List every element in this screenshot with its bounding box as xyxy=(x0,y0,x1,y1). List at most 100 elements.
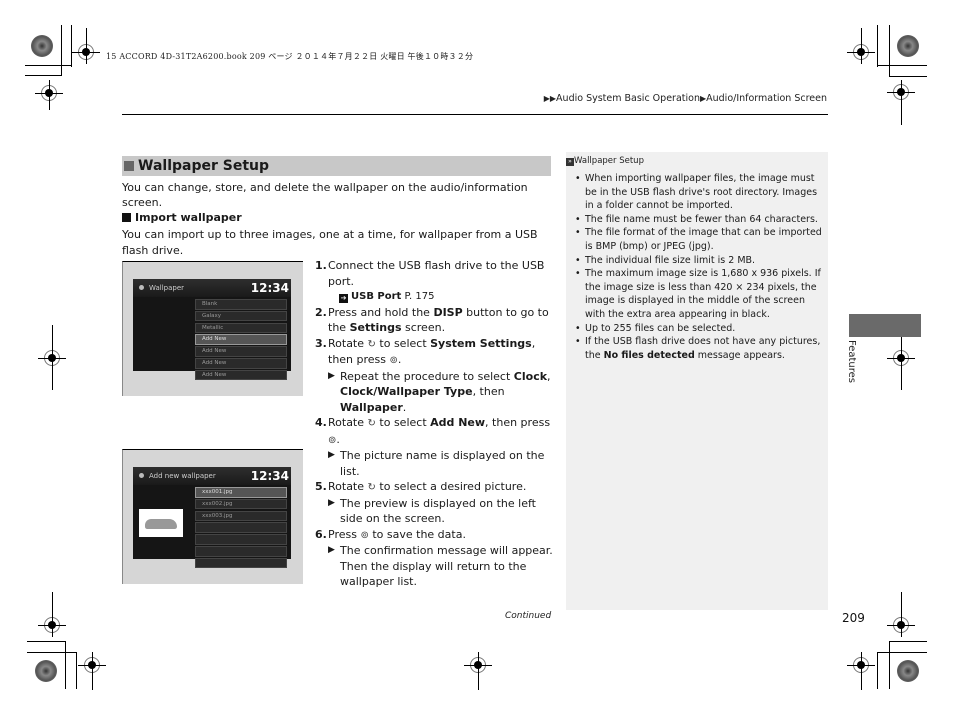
crop-mark xyxy=(889,76,927,77)
crop-mark xyxy=(901,592,902,637)
breadcrumb: ▶▶Audio System Basic Operation▶Audio/Inf… xyxy=(544,93,827,104)
file-list: xxx001.jpg xxx002.jpg xxx003.jpg xyxy=(195,487,287,569)
subsection-title: Import wallpaper xyxy=(135,211,242,224)
chapter-tab-label: Features xyxy=(846,340,857,383)
crop-mark xyxy=(65,641,66,689)
procedure-steps: 1. Connect the USB flash drive to the USB… xyxy=(315,258,555,590)
menu-dot-icon xyxy=(139,285,144,290)
crop-mark xyxy=(877,65,927,66)
wallpaper-list: Blank Galaxy Metallic Add New Add New Add New… xyxy=(195,299,287,381)
list-item[interactable]: Galaxy xyxy=(195,310,287,322)
list-item[interactable]: Add New xyxy=(195,357,287,369)
heading-square-icon xyxy=(124,161,134,171)
step-3: 3. Rotate ↻ to select System Settings, th… xyxy=(315,336,536,367)
list-item[interactable]: Add New xyxy=(195,334,287,345)
header-divider xyxy=(122,114,828,115)
step-5-result: ▶ The preview is displayed on the left si… xyxy=(328,496,536,526)
wallpaper-screen: Wallpaper 12:34 Blank Galaxy Metallic Add N… xyxy=(133,279,291,381)
screen-title: Wallpaper xyxy=(149,284,185,292)
crop-mark xyxy=(877,652,878,689)
list-item[interactable] xyxy=(195,534,287,545)
step-3-result: ▶ Repeat the procedure to select Clock, C… xyxy=(328,369,551,414)
rotate-knob-icon: ↻ xyxy=(367,418,376,429)
list-item[interactable]: xxx001.jpg xyxy=(195,487,287,498)
heading-square-icon xyxy=(122,213,131,222)
breadcrumb-item[interactable]: Audio System Basic Operation xyxy=(556,93,700,104)
car-icon xyxy=(145,519,177,529)
list-item[interactable]: xxx003.jpg xyxy=(195,510,287,522)
breadcrumb-item[interactable]: Audio/Information Screen xyxy=(706,93,827,104)
list-item[interactable] xyxy=(195,545,287,557)
crop-mark xyxy=(25,75,62,76)
color-registration-icon xyxy=(31,35,53,57)
step-1: 1. Connect the USB flash drive to the USB… xyxy=(315,259,545,288)
section-heading: Wallpaper Setup xyxy=(122,156,551,176)
add-wallpaper-screen-figure: Add new wallpaper 12:34 xxx001.jpg xxx002… xyxy=(122,449,303,584)
step-4: 4. Rotate ↻ to select Add New, then press… xyxy=(315,416,551,446)
list-item[interactable]: Add New xyxy=(195,346,287,357)
crop-mark xyxy=(861,28,862,64)
result-triangle-icon: ▶ xyxy=(328,370,335,381)
clock: 12:34 xyxy=(250,281,289,295)
list-item[interactable]: xxx002.jpg xyxy=(195,498,287,510)
crop-mark xyxy=(49,80,50,110)
step-4-result: ▶ The picture name is displayed on the li… xyxy=(328,449,545,478)
crop-mark xyxy=(71,25,72,67)
list-item[interactable]: Blank xyxy=(195,299,287,310)
crop-mark xyxy=(889,641,890,689)
wallpaper-screen-figure: Wallpaper 12:34 Blank Galaxy Metallic Add N… xyxy=(122,261,303,396)
color-registration-icon xyxy=(897,660,919,682)
crop-mark xyxy=(52,592,53,637)
double-chevron-icon: » xyxy=(566,158,574,166)
car-preview-image xyxy=(139,509,183,537)
crop-mark xyxy=(861,652,862,690)
crop-mark xyxy=(52,325,53,390)
press-knob-icon: ⊚ xyxy=(389,355,398,366)
chapter-tab[interactable] xyxy=(849,314,921,337)
note-item: The individual file size limit is 2 MB. xyxy=(575,254,825,268)
screen-title-bar: Add new wallpaper 12:34 xyxy=(133,467,291,485)
crop-mark xyxy=(27,652,77,653)
note-item: When importing wallpaper files, the imag… xyxy=(575,172,825,213)
reference-arrow-icon: ➔ xyxy=(339,294,348,303)
continued-label: Continued xyxy=(505,611,552,621)
add-wallpaper-screen: Add new wallpaper 12:34 xxx001.jpg xxx002… xyxy=(133,467,291,569)
notes-list: When importing wallpaper files, the imag… xyxy=(575,172,825,362)
step-5: 5. Rotate ↻ to select a desired picture. xyxy=(315,480,527,493)
result-triangle-icon: ▶ xyxy=(328,450,335,460)
crop-mark xyxy=(61,25,62,76)
subsection-body: You can import up to three images, one a… xyxy=(122,228,538,257)
note-item: Up to 255 files can be selected. xyxy=(575,322,825,336)
list-item[interactable]: Add New xyxy=(195,369,287,381)
crop-mark xyxy=(901,80,902,125)
step-6: 6. Press ⊚ to save the data. xyxy=(315,527,466,541)
note-item: The file name must be fewer than 64 char… xyxy=(575,213,825,227)
rotate-knob-icon: ↻ xyxy=(367,338,376,350)
subsection-heading: Import wallpaper xyxy=(122,211,242,224)
note-item: The file format of the image that can be… xyxy=(575,226,825,253)
crop-mark xyxy=(92,652,93,690)
step-2: 2. Press and hold the DISP button to go t… xyxy=(315,305,549,335)
list-item[interactable]: Metallic xyxy=(195,322,287,334)
rotate-knob-icon: ↻ xyxy=(367,482,376,493)
color-registration-icon xyxy=(35,660,57,682)
crop-mark xyxy=(877,25,878,67)
result-triangle-icon: ▶ xyxy=(328,497,335,508)
color-registration-icon xyxy=(897,35,919,57)
result-triangle-icon: ▶ xyxy=(328,545,335,555)
step-6-result: ▶ The confirmation message will appear. T… xyxy=(328,544,553,588)
clock: 12:34 xyxy=(250,469,289,483)
crop-mark xyxy=(478,652,479,690)
sidebar-heading: » Wallpaper Setup xyxy=(566,156,644,166)
list-item[interactable] xyxy=(195,557,287,569)
crop-mark xyxy=(76,652,77,689)
screen-title: Add new wallpaper xyxy=(149,472,216,480)
double-triangle-icon: ▶▶ xyxy=(543,94,557,103)
list-item[interactable] xyxy=(195,522,287,533)
crop-mark xyxy=(27,641,66,642)
note-item: If the USB flash drive does not have any… xyxy=(575,335,825,362)
crop-mark xyxy=(889,641,927,642)
cross-reference[interactable]: ➔ USB Port P. 175 xyxy=(315,289,555,305)
note-item: The maximum image size is 1,680 x 936 pi… xyxy=(575,267,825,321)
screen-title-bar: Wallpaper 12:34 xyxy=(133,279,291,297)
